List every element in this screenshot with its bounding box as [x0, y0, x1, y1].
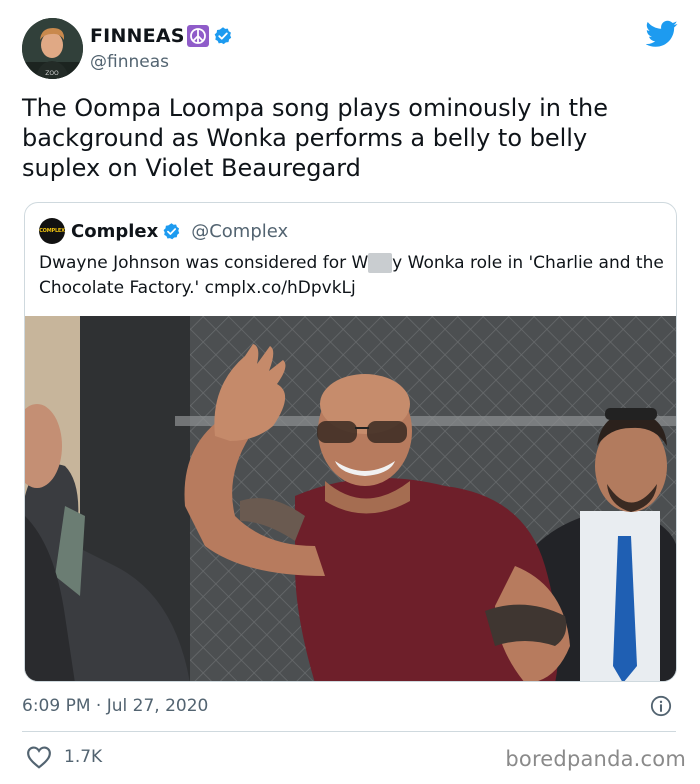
author-names: FINNEAS @finneas	[90, 24, 233, 74]
quoted-tweet-header: COMPLEX Complex @Complex	[39, 218, 288, 244]
quoted-text-part1: Dwayne Johnson was considered for W	[39, 253, 368, 273]
heart-icon[interactable]	[26, 745, 52, 769]
quoted-tweet-text: Dwayne Johnson was considered for Willyy…	[39, 251, 664, 301]
redacted-word: illy	[367, 253, 393, 273]
quoted-tweet-photo[interactable]	[25, 316, 677, 682]
watermark: boredpanda.com	[505, 747, 686, 771]
author-avatar[interactable]: ZOO	[22, 18, 83, 79]
like-action[interactable]: 1.7K	[26, 745, 102, 769]
quoted-avatar-text: COMPLEX	[39, 227, 65, 234]
quoted-tweet[interactable]: COMPLEX Complex @Complex Dwayne Johnson …	[24, 202, 677, 682]
quoted-author-avatar: COMPLEX	[39, 218, 65, 244]
verified-badge-icon	[163, 222, 180, 239]
divider	[22, 731, 676, 732]
peace-symbol-icon	[186, 25, 209, 47]
author-handle[interactable]: @finneas	[90, 50, 233, 74]
tweet-text: The Oompa Loompa song plays ominously in…	[22, 94, 608, 182]
twitter-bird-icon[interactable]	[646, 20, 678, 48]
quoted-display-name: Complex	[71, 220, 159, 242]
author-display-name-row[interactable]: FINNEAS	[90, 24, 233, 48]
tweet-timestamp[interactable]: 6:09 PM · Jul 27, 2020	[22, 694, 208, 718]
quoted-handle: @Complex	[191, 220, 289, 242]
author-display-name: FINNEAS	[90, 25, 185, 47]
tweet-header: ZOO FINNEAS @finneas	[22, 18, 678, 80]
info-icon[interactable]	[650, 695, 672, 717]
svg-text:ZOO: ZOO	[45, 70, 59, 77]
verified-badge-icon	[214, 27, 231, 45]
like-count: 1.7K	[64, 747, 103, 767]
